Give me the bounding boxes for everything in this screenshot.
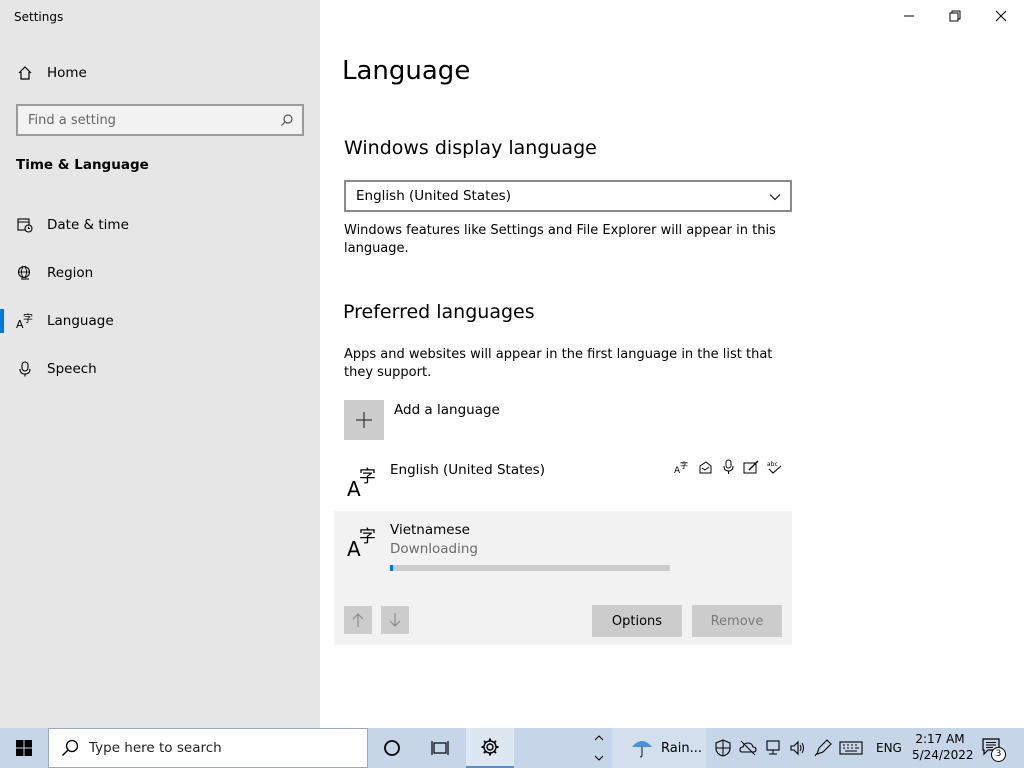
display-language-feature-icon: A字 bbox=[674, 460, 688, 475]
action-center-button[interactable]: 3 bbox=[980, 736, 1012, 762]
language-name-english: English (United States) bbox=[390, 462, 545, 478]
home-icon bbox=[16, 64, 34, 82]
globe-icon bbox=[16, 264, 34, 282]
restore-button[interactable] bbox=[932, 4, 978, 28]
minimize-icon bbox=[904, 15, 914, 17]
cortana-button[interactable] bbox=[368, 728, 416, 768]
display-language-description: Windows features like Settings and File … bbox=[344, 223, 776, 256]
clock[interactable]: 2:17 AM 5/24/2022 bbox=[912, 732, 974, 762]
svg-text:字: 字 bbox=[680, 460, 688, 470]
search-icon bbox=[61, 739, 79, 761]
minimize-button[interactable] bbox=[886, 4, 932, 28]
network-icon bbox=[766, 740, 780, 755]
task-view-icon bbox=[431, 741, 449, 755]
download-progress-fill bbox=[390, 565, 393, 571]
calendar-clock-icon bbox=[16, 216, 34, 234]
microphone-icon bbox=[16, 360, 34, 378]
display-language-value: English (United States) bbox=[356, 188, 511, 204]
onedrive-offline-icon bbox=[739, 740, 757, 756]
find-setting-search[interactable] bbox=[16, 104, 304, 136]
nav-speech-label: Speech bbox=[47, 361, 97, 377]
gear-icon bbox=[481, 738, 499, 756]
nav-date-time[interactable]: Date & time bbox=[0, 205, 320, 245]
move-up-button[interactable] bbox=[344, 606, 372, 634]
arrow-up-icon bbox=[352, 613, 364, 627]
notification-count-badge: 3 bbox=[991, 747, 1006, 762]
remove-button[interactable]: Remove bbox=[692, 605, 782, 637]
nav-home-label: Home bbox=[47, 65, 87, 81]
task-view-button[interactable] bbox=[416, 728, 464, 768]
download-progress-bar bbox=[390, 565, 670, 571]
language-glyph-icon: A字 bbox=[346, 522, 382, 562]
input-language-indicator[interactable]: ENG bbox=[876, 741, 902, 755]
add-language-label[interactable]: Add a language bbox=[394, 402, 500, 418]
move-down-button[interactable] bbox=[381, 606, 409, 634]
umbrella-rain-icon bbox=[630, 737, 654, 763]
taskbar-search-placeholder: Type here to search bbox=[89, 740, 222, 756]
nav-region-label: Region bbox=[47, 265, 94, 281]
arrow-down-icon bbox=[389, 613, 401, 627]
display-language-heading: Windows display language bbox=[344, 137, 597, 159]
language-features: A字 abc bbox=[674, 459, 783, 475]
settings-app-button[interactable] bbox=[466, 728, 514, 768]
close-icon bbox=[995, 10, 1007, 22]
language-glyph-icon: A字 bbox=[346, 462, 382, 502]
language-icon: A字 bbox=[16, 312, 34, 330]
cortana-icon bbox=[384, 740, 400, 756]
plus-icon bbox=[356, 412, 372, 428]
security-shield-icon bbox=[715, 739, 731, 757]
chevron-down-icon bbox=[768, 189, 782, 208]
show-hidden-icons-button[interactable] bbox=[594, 732, 604, 768]
volume-icon bbox=[790, 740, 804, 756]
clock-time: 2:17 AM bbox=[915, 732, 965, 746]
weather-text: Rain... bbox=[661, 741, 702, 756]
system-tray-icons bbox=[714, 739, 863, 757]
language-status: Downloading bbox=[390, 541, 478, 557]
add-language-button[interactable] bbox=[344, 400, 384, 440]
svg-text:abc: abc bbox=[767, 461, 778, 468]
text-to-speech-icon bbox=[699, 461, 712, 474]
close-button[interactable] bbox=[978, 4, 1024, 28]
start-button[interactable] bbox=[0, 728, 48, 768]
nav-language[interactable]: A字 Language bbox=[0, 301, 320, 341]
pen-workspace-icon bbox=[814, 739, 832, 757]
display-language-select[interactable]: English (United States) bbox=[344, 180, 792, 212]
page-title: Language bbox=[342, 56, 471, 86]
language-name-vietnamese: Vietnamese bbox=[390, 522, 470, 538]
svg-text:字: 字 bbox=[359, 467, 376, 487]
windows-logo-icon bbox=[16, 740, 32, 756]
spell-check-icon: abc bbox=[767, 461, 782, 474]
restore-icon bbox=[949, 10, 961, 22]
nav-region[interactable]: Region bbox=[0, 253, 320, 293]
nav-language-label: Language bbox=[47, 313, 114, 329]
weather-widget[interactable]: Rain... bbox=[612, 728, 706, 768]
touch-keyboard-icon bbox=[839, 741, 863, 755]
nav-date-time-label: Date & time bbox=[47, 217, 129, 233]
nav-home[interactable]: Home bbox=[0, 53, 320, 93]
find-setting-input[interactable] bbox=[18, 106, 268, 134]
options-button[interactable]: Options bbox=[592, 605, 682, 637]
preferred-languages-description: Apps and websites will appear in the fir… bbox=[344, 347, 773, 380]
svg-text:字: 字 bbox=[359, 527, 376, 547]
handwriting-icon bbox=[743, 460, 759, 474]
nav-speech[interactable]: Speech bbox=[0, 349, 320, 389]
preferred-languages-heading: Preferred languages bbox=[343, 301, 535, 323]
svg-text:字: 字 bbox=[23, 312, 33, 325]
chevron-up-icon bbox=[594, 735, 604, 761]
search-icon[interactable] bbox=[280, 112, 294, 131]
window-title: Settings bbox=[14, 10, 64, 24]
section-title: Time & Language bbox=[16, 157, 149, 173]
speech-recognition-icon bbox=[723, 459, 734, 474]
clock-date: 5/24/2022 bbox=[912, 748, 974, 762]
taskbar-search-box[interactable]: Type here to search bbox=[48, 728, 368, 768]
